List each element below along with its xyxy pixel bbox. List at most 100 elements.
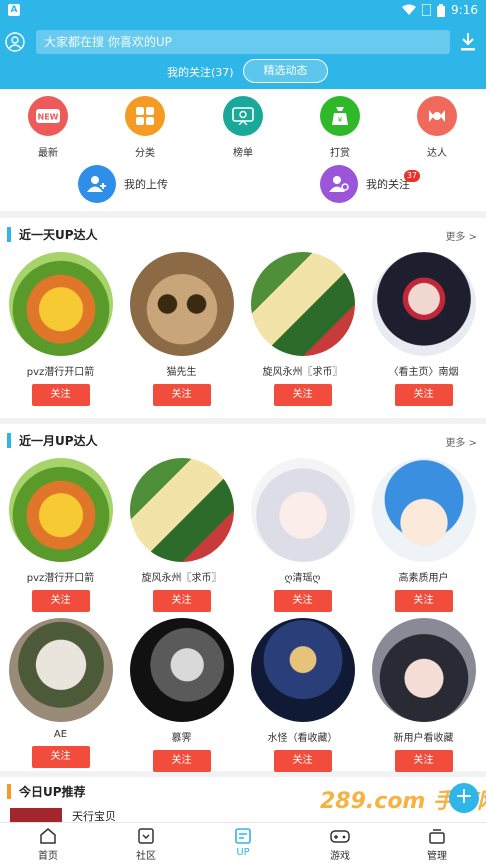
avatar[interactable] <box>250 618 355 722</box>
quicknav-label: 达人 <box>427 148 447 159</box>
user-card[interactable]: 高素质用户 关注 <box>363 458 484 612</box>
quick-nav: NEW 最新 分类 榜单 ¥ 打赏 达人 我的上传 我的关注 37 <box>0 89 486 211</box>
user-card[interactable]: 新用户看收藏 关注 <box>363 618 484 772</box>
follow-button[interactable]: 关注 <box>273 590 332 612</box>
tab-community[interactable]: 社区 <box>116 827 176 862</box>
ranking-icon <box>223 96 263 136</box>
user-card[interactable]: pvz潜行开口箭 关注 <box>0 458 121 612</box>
status-bar: A 9:16 <box>0 0 486 22</box>
follow-button[interactable]: 关注 <box>394 750 453 772</box>
app-notification-icon: A <box>8 4 20 16</box>
avatar[interactable] <box>371 618 476 722</box>
my-uploads-link[interactable]: 我的上传 <box>78 165 168 203</box>
follow-button[interactable]: 关注 <box>273 750 332 772</box>
section-title: 近一天UP达人 <box>19 228 98 242</box>
quicknav-category[interactable]: 分类 <box>115 96 175 159</box>
section-accent-bar <box>7 227 11 242</box>
follow-button[interactable]: 关注 <box>31 746 90 768</box>
tab-up[interactable]: UP <box>213 827 273 858</box>
quicknav-label: 分类 <box>135 148 155 159</box>
follow-button[interactable]: 关注 <box>394 384 453 406</box>
user-card[interactable]: AE 关注 <box>0 618 121 768</box>
user-name: 旋风永州〖求币〗 <box>141 573 222 584</box>
new-icon: NEW <box>28 96 68 136</box>
follow-button[interactable]: 关注 <box>152 384 211 406</box>
user-name: 水怪（看收藏） <box>267 733 338 744</box>
download-icon[interactable] <box>459 32 477 52</box>
avatar[interactable] <box>129 458 234 562</box>
avatar[interactable] <box>129 252 234 356</box>
user-card[interactable]: 慕霁 关注 <box>121 618 242 772</box>
user-name: 猫先生 <box>166 367 197 378</box>
add-button[interactable]: + <box>449 783 479 813</box>
section-title: 近一月UP达人 <box>19 434 98 448</box>
status-right: 9:16 <box>402 3 478 17</box>
community-icon <box>138 828 154 844</box>
more-link[interactable]: 更多 > <box>445 434 477 449</box>
section-month-up: 近一月UP达人 更多 > pvz潜行开口箭 关注 旋风永州〖求币〗 关注 ღ清瑶… <box>0 424 486 772</box>
my-uploads-label: 我的上传 <box>124 178 168 191</box>
user-card[interactable]: 旋风永州〖求币〗 关注 <box>121 458 242 612</box>
follow-button[interactable]: 关注 <box>31 384 90 406</box>
avatar[interactable] <box>8 618 113 722</box>
quicknav-label: 打赏 <box>330 148 350 159</box>
follow-button[interactable]: 关注 <box>394 590 453 612</box>
tab-games[interactable]: 游戏 <box>310 827 370 862</box>
status-time: 9:16 <box>451 3 478 17</box>
search-input[interactable]: 大家都在搜 你喜欢的UP <box>36 30 450 54</box>
follow-button[interactable]: 关注 <box>31 590 90 612</box>
more-link[interactable]: 更多 > <box>445 228 477 243</box>
avatar[interactable] <box>250 252 355 356</box>
user-name: AE <box>53 729 68 740</box>
section-header: 近一月UP达人 更多 > <box>0 424 486 458</box>
follow-button[interactable]: 关注 <box>152 750 211 772</box>
my-follow-count[interactable]: 我的关注(37) <box>167 64 234 80</box>
up-page: A 9:16 大家都在搜 你喜欢的UP 我的关注(37) 精选动态 NEW 最新… <box>0 0 486 864</box>
tab-home[interactable]: 首页 <box>18 827 78 862</box>
user-profile-icon[interactable] <box>5 32 25 52</box>
tab-label: UP <box>236 847 250 858</box>
user-card[interactable]: 旋风永州〖求币〗 关注 <box>242 252 363 406</box>
svg-text:¥: ¥ <box>338 116 343 124</box>
sim-icon <box>422 4 432 16</box>
user-name: 慕霁 <box>171 733 192 744</box>
user-name: pvz潜行开口箭 <box>26 367 95 378</box>
user-name: 〈看主页〉南烟 <box>388 367 459 378</box>
section-accent-bar <box>7 784 11 799</box>
follow-button[interactable]: 关注 <box>273 384 332 406</box>
user-name: ღ清瑶ღ <box>284 573 321 584</box>
gamepad-icon <box>330 830 350 843</box>
avatar[interactable] <box>250 458 355 562</box>
avatar[interactable] <box>371 458 476 562</box>
user-card[interactable]: pvz潜行开口箭 关注 <box>0 252 121 406</box>
tab-label: 社区 <box>136 851 156 862</box>
featured-updates-button[interactable]: 精选动态 <box>243 59 328 83</box>
user-name: 旋风永州〖求币〗 <box>262 367 343 378</box>
user-name: 高素质用户 <box>398 573 449 584</box>
upload-user-icon <box>78 165 116 203</box>
follow-button[interactable]: 关注 <box>152 590 211 612</box>
quicknav-reward[interactable]: ¥ 打赏 <box>310 96 370 159</box>
avatar[interactable] <box>371 252 476 356</box>
quicknav-expert[interactable]: 达人 <box>407 96 467 159</box>
section-title: 今日UP推荐 <box>19 785 86 799</box>
expert-icon <box>417 96 457 136</box>
recommend-thumbnail[interactable] <box>10 808 62 822</box>
avatar[interactable] <box>129 618 234 722</box>
avatar[interactable] <box>8 458 113 562</box>
quicknav-label: 最新 <box>38 148 58 159</box>
user-card[interactable]: 〈看主页〉南烟 关注 <box>363 252 484 406</box>
user-card[interactable]: ღ清瑶ღ 关注 <box>242 458 363 612</box>
svg-text:NEW: NEW <box>38 113 59 122</box>
quicknav-label: 榜单 <box>233 148 253 159</box>
user-card[interactable]: 猫先生 关注 <box>121 252 242 406</box>
user-card[interactable]: 水怪（看收藏） 关注 <box>242 618 363 772</box>
quicknav-ranking[interactable]: 榜单 <box>213 96 273 159</box>
tab-manage[interactable]: 管理 <box>407 827 467 862</box>
avatar[interactable] <box>8 252 113 356</box>
header: A 9:16 大家都在搜 你喜欢的UP 我的关注(37) 精选动态 <box>0 0 486 89</box>
bottom-nav: 首页 社区 UP 游戏 管理 <box>0 822 486 864</box>
my-follows-link[interactable]: 我的关注 37 <box>320 165 420 203</box>
follow-count-badge: 37 <box>403 170 420 182</box>
quicknav-latest[interactable]: NEW 最新 <box>18 96 78 159</box>
